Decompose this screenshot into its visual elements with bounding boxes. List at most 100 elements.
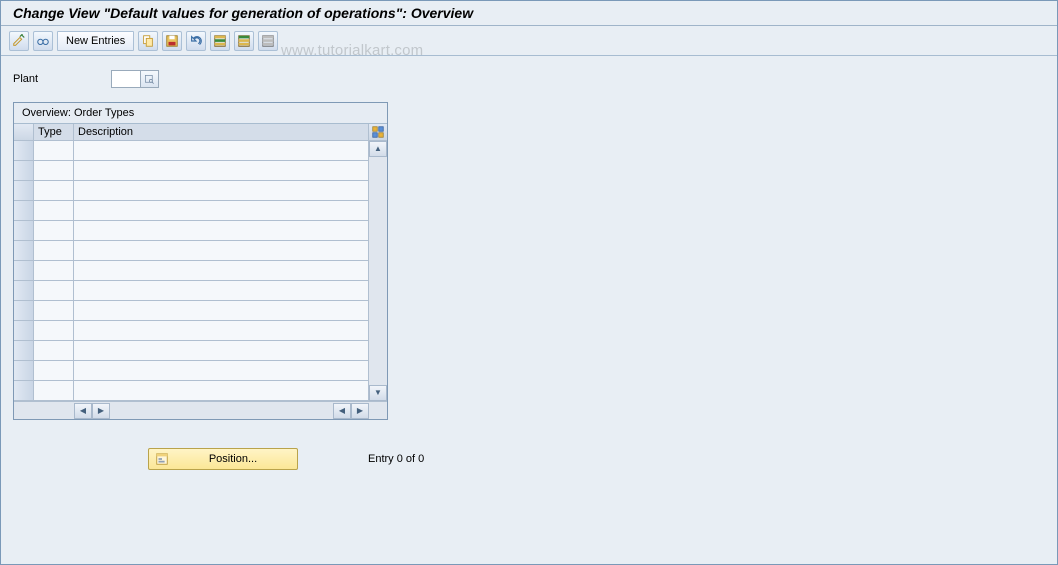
table-row	[14, 321, 369, 341]
cell-description[interactable]	[74, 381, 369, 401]
select-all-button[interactable]	[210, 31, 230, 51]
cell-description[interactable]	[74, 321, 369, 341]
horizontal-scrollbar: ◀ ▶ ◀ ▶	[14, 401, 387, 419]
cell-description[interactable]	[74, 161, 369, 181]
expand-button[interactable]	[33, 31, 53, 51]
cell-type[interactable]	[34, 241, 74, 261]
cell-type[interactable]	[34, 361, 74, 381]
page-title: Change View "Default values for generati…	[13, 5, 1045, 21]
copy-button[interactable]	[138, 31, 158, 51]
save-variant-button[interactable]	[162, 31, 182, 51]
triangle-left-icon: ◀	[339, 407, 345, 415]
plant-input[interactable]	[111, 70, 141, 88]
scroll-right-button[interactable]: ▶	[351, 403, 369, 419]
scroll-up-button[interactable]: ▲	[369, 141, 387, 157]
new-entries-label: New Entries	[66, 35, 125, 47]
column-header-description[interactable]: Description	[74, 124, 369, 141]
triangle-right-icon: ▶	[357, 407, 363, 415]
details-button[interactable]	[9, 31, 29, 51]
cell-type[interactable]	[34, 281, 74, 301]
table-row	[14, 281, 369, 301]
cell-type[interactable]	[34, 321, 74, 341]
cell-type[interactable]	[34, 261, 74, 281]
scrollbar-track[interactable]	[369, 157, 387, 385]
row-selector[interactable]	[14, 241, 34, 261]
table-row	[14, 221, 369, 241]
select-block-icon	[237, 34, 251, 48]
position-label: Position...	[175, 453, 291, 465]
table-row	[14, 261, 369, 281]
cell-description[interactable]	[74, 301, 369, 321]
table-row	[14, 381, 369, 401]
cell-description[interactable]	[74, 341, 369, 361]
row-selector[interactable]	[14, 361, 34, 381]
cell-type[interactable]	[34, 181, 74, 201]
row-selector[interactable]	[14, 321, 34, 341]
row-selector-header[interactable]	[14, 124, 34, 141]
position-row: Position... Entry 0 of 0	[13, 448, 1045, 470]
new-entries-button[interactable]: New Entries	[57, 31, 134, 51]
cell-description[interactable]	[74, 281, 369, 301]
table-config-icon	[372, 126, 384, 138]
row-selector[interactable]	[14, 161, 34, 181]
scroll-down-button[interactable]: ▼	[369, 385, 387, 401]
table-row	[14, 201, 369, 221]
triangle-up-icon: ▲	[374, 145, 382, 153]
cell-type[interactable]	[34, 201, 74, 221]
copy-icon	[141, 34, 155, 48]
triangle-right-icon: ▶	[98, 407, 104, 415]
grid-header: Type Description	[14, 124, 387, 141]
cell-description[interactable]	[74, 241, 369, 261]
column-header-type[interactable]: Type	[34, 124, 74, 141]
cell-type[interactable]	[34, 221, 74, 241]
content-area: Plant Overview: Order Types Type Descrip…	[1, 56, 1057, 484]
cell-type[interactable]	[34, 301, 74, 321]
table-row	[14, 241, 369, 261]
select-block-button[interactable]	[234, 31, 254, 51]
scroll-left-step-button[interactable]: ◀	[333, 403, 351, 419]
vertical-scrollbar: ▲ ▼	[369, 141, 387, 401]
table-row	[14, 301, 369, 321]
order-types-grid: Overview: Order Types Type Description ▲…	[13, 102, 388, 420]
application-toolbar: New Entries	[1, 26, 1057, 56]
row-selector[interactable]	[14, 221, 34, 241]
undo-icon	[189, 34, 203, 48]
row-selector[interactable]	[14, 301, 34, 321]
row-selector[interactable]	[14, 381, 34, 401]
plant-search-help-button[interactable]	[141, 70, 159, 88]
cell-description[interactable]	[74, 221, 369, 241]
table-row	[14, 141, 369, 161]
triangle-down-icon: ▼	[374, 389, 382, 397]
undo-button[interactable]	[186, 31, 206, 51]
scroll-left-button[interactable]: ◀	[74, 403, 92, 419]
table-row	[14, 361, 369, 381]
select-all-icon	[213, 34, 227, 48]
search-help-icon	[144, 74, 155, 85]
table-config-button[interactable]	[369, 124, 387, 141]
glasses-icon	[36, 34, 50, 48]
cell-description[interactable]	[74, 361, 369, 381]
row-selector[interactable]	[14, 261, 34, 281]
row-selector[interactable]	[14, 141, 34, 161]
screen-header: Change View "Default values for generati…	[1, 1, 1057, 26]
cell-type[interactable]	[34, 381, 74, 401]
cell-description[interactable]	[74, 261, 369, 281]
grid-title: Overview: Order Types	[14, 103, 387, 124]
cell-description[interactable]	[74, 141, 369, 161]
table-row	[14, 181, 369, 201]
save-icon	[165, 34, 179, 48]
cell-type[interactable]	[34, 141, 74, 161]
position-button[interactable]: Position...	[148, 448, 298, 470]
deselect-button[interactable]	[258, 31, 278, 51]
scroll-right-step-button[interactable]: ▶	[92, 403, 110, 419]
table-row	[14, 161, 369, 181]
row-selector[interactable]	[14, 181, 34, 201]
cell-type[interactable]	[34, 341, 74, 361]
cell-description[interactable]	[74, 201, 369, 221]
plant-label: Plant	[13, 73, 103, 85]
row-selector[interactable]	[14, 281, 34, 301]
row-selector[interactable]	[14, 341, 34, 361]
cell-type[interactable]	[34, 161, 74, 181]
cell-description[interactable]	[74, 181, 369, 201]
row-selector[interactable]	[14, 201, 34, 221]
